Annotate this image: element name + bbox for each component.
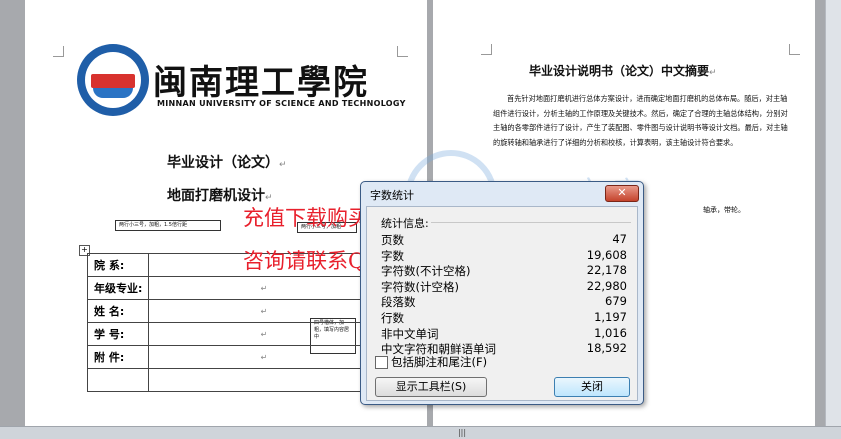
info-field-value[interactable]: [148, 368, 380, 392]
stat-row: 字符数(不计空格) 22,178: [381, 263, 627, 279]
info-field-label: 院 系:: [87, 253, 149, 277]
stat-value: 22,980: [586, 278, 627, 293]
dialog-content-panel: 统计信息: 页数 47 字数 19,608 字符数(不计空格) 22,178 字符数(计空格…: [366, 206, 638, 401]
stat-row: 行数 1,197: [381, 310, 627, 326]
info-field-value[interactable]: ↵: [148, 276, 380, 300]
logo-chinese-name: 闽南理工學院: [153, 63, 369, 103]
stat-value: 19,608: [586, 247, 627, 262]
show-toolbar-button[interactable]: 显示工具栏(S): [375, 377, 487, 397]
table-row: 附 件: ↵: [87, 345, 380, 369]
university-seal-logo: [77, 44, 149, 116]
logo-english-name: MINNAN UNIVERSITY OF SCIENCE AND TECHNOL…: [157, 99, 406, 108]
horizontal-scrollbar[interactable]: |||: [0, 426, 841, 439]
crop-mark: [481, 44, 492, 55]
info-field-value[interactable]: ↵: [148, 322, 380, 346]
stat-row: 页数 47: [381, 232, 627, 248]
stat-name: 字符数(计空格): [381, 279, 459, 294]
dialog-title: 字数统计: [370, 189, 414, 202]
abstract-body-text[interactable]: 首先针对地面打磨机进行总体方案设计，进而确定地面打磨机的总体布局。随后，对主轴组…: [493, 92, 789, 150]
stat-name: 页数: [381, 233, 404, 247]
info-field-value[interactable]: ↵: [148, 345, 380, 369]
info-field-label: 年级专业:: [87, 276, 149, 300]
info-field-value[interactable]: ↵: [148, 299, 380, 323]
splitter-grip-icon[interactable]: |||: [452, 428, 472, 437]
stat-row: 非中文单词 1,016: [381, 326, 627, 342]
dialog-close-icon[interactable]: ✕: [605, 185, 639, 202]
table-row: [87, 368, 380, 392]
stat-name: 段落数: [381, 295, 416, 310]
stat-value: 22,178: [586, 263, 627, 278]
thesis-title-heading[interactable]: 毕业设计（论文）↵: [167, 152, 287, 172]
info-field-label: 姓 名:: [87, 299, 149, 323]
crop-mark: [53, 46, 64, 57]
stat-name: 字数: [381, 248, 404, 263]
word-count-dialog: 字数统计 ✕ 统计信息: 页数 47 字数 19,608 字符数(不计空格) 22,178…: [360, 181, 644, 405]
stat-row: 段落数 679: [381, 294, 627, 310]
stat-value: 47: [612, 232, 627, 246]
stat-value: 1,197: [594, 310, 627, 324]
section-divider: [431, 222, 631, 223]
abstract-title[interactable]: 毕业设计说明书（论文）中文摘要↵: [529, 62, 717, 79]
include-footnotes-label[interactable]: 包括脚注和尾注(F): [391, 354, 487, 370]
info-field-label: [87, 368, 149, 392]
stat-name: 行数: [381, 311, 404, 325]
stat-value: 679: [605, 294, 627, 309]
stat-row: 字数 19,608: [381, 248, 627, 264]
info-field-label: 附 件:: [87, 345, 149, 369]
statistics-section-label: 统计信息:: [381, 217, 429, 230]
abstract-keywords-fragment: 轴承，带轮。: [703, 206, 745, 214]
stat-name: 字符数(不计空格): [381, 264, 471, 279]
stat-value: 1,016: [594, 325, 627, 340]
info-field-label: 学 号:: [87, 322, 149, 346]
stat-row: 字符数(计空格) 22,980: [381, 279, 627, 295]
table-row: 学 号: ↵: [87, 322, 380, 346]
table-row: 年级专业: ↵: [87, 276, 380, 300]
format-callout-note[interactable]: 两行小三号，加粗，1.5倍行距: [115, 220, 221, 231]
close-button[interactable]: 关闭: [554, 377, 630, 397]
stat-name: 非中文单词: [381, 326, 439, 341]
vertical-scrollbar[interactable]: [825, 0, 841, 426]
crop-mark: [397, 46, 408, 57]
include-footnotes-checkbox[interactable]: [375, 356, 388, 369]
stat-value: 18,592: [586, 341, 627, 356]
crop-mark: [789, 44, 800, 55]
table-row: 姓 名: ↵: [87, 299, 380, 323]
